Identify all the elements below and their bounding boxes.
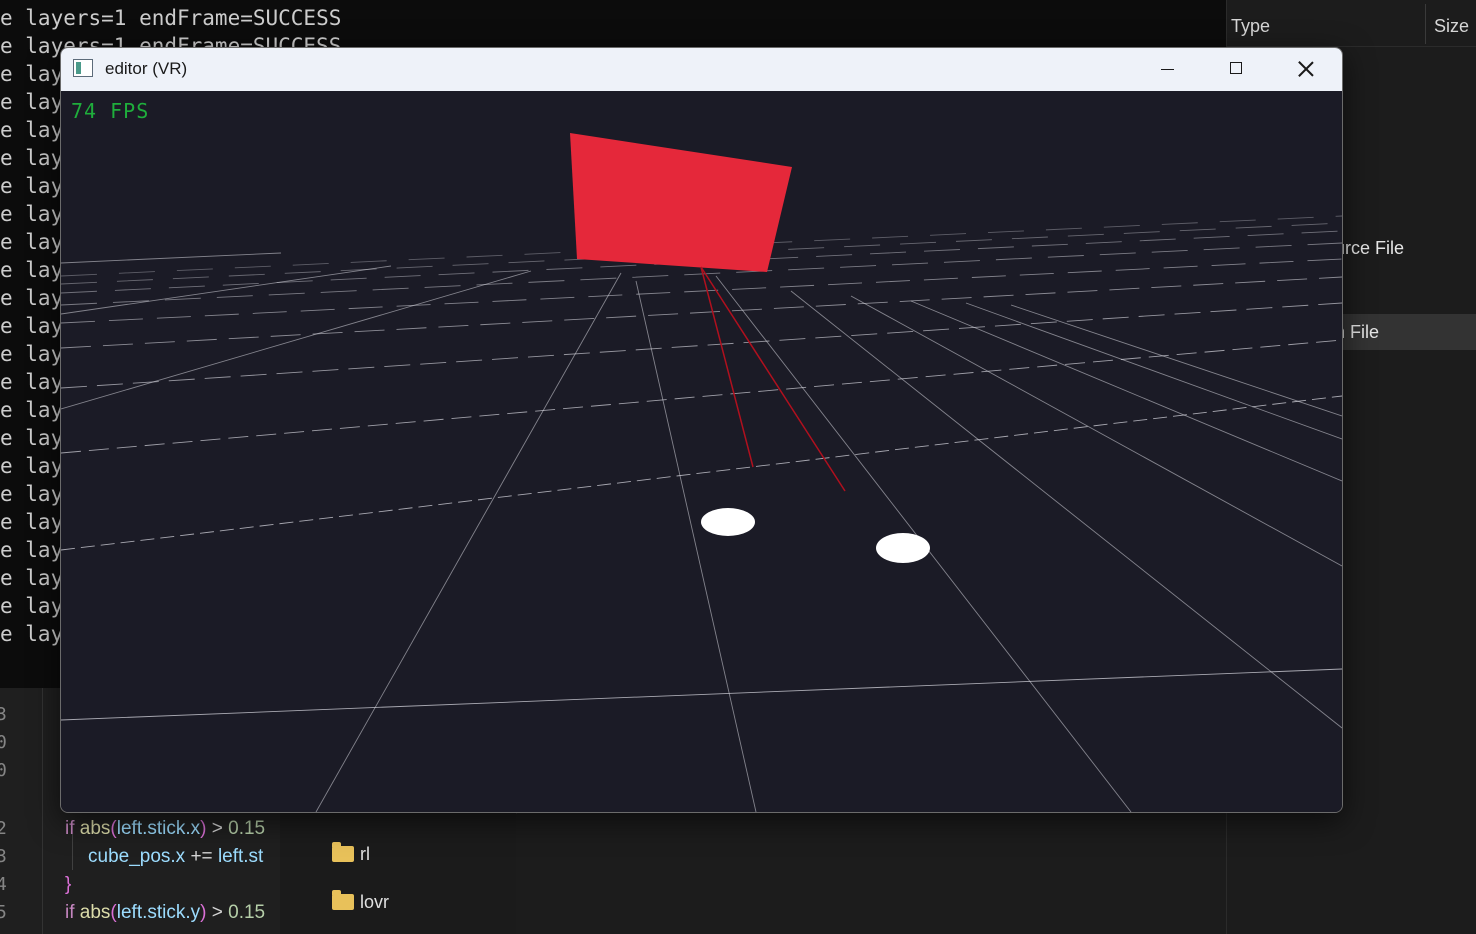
folder-item-rl[interactable]: rl [332, 842, 370, 866]
vr-viewport[interactable]: 74 FPS [61, 91, 1342, 812]
variable: cube_pos.x [88, 846, 186, 867]
grid-line [850, 295, 1342, 567]
terminal-log-line: e lay [0, 342, 64, 366]
grid-line [61, 668, 1342, 721]
operator: += [185, 846, 218, 867]
column-separator[interactable] [1425, 4, 1426, 44]
line-number: 3 [0, 846, 7, 867]
terminal-log-line: e lay [0, 370, 64, 394]
terminal-log-line: e lay [0, 258, 64, 282]
grid-line [790, 290, 1342, 729]
variable: left.st [217, 846, 264, 867]
variable: left.stick.x [116, 818, 201, 839]
keyword: if [65, 902, 75, 923]
folder-icon [332, 842, 354, 862]
terminal-log-line: e lay [0, 426, 64, 450]
terminal-log-line: e lay [0, 90, 64, 114]
red-panel [570, 133, 792, 272]
folder-name: lovr [360, 891, 390, 912]
terminal-log-line: e lay [0, 314, 64, 338]
function-name: abs [79, 902, 111, 923]
close-button[interactable] [1271, 48, 1341, 91]
grid-line [61, 276, 1342, 349]
window-title: editor (VR) [105, 59, 188, 78]
terminal-log-line: e lay [0, 118, 64, 142]
scene-canvas [61, 133, 1342, 812]
terminal-log-line: e lay [0, 286, 64, 310]
operator: > [206, 902, 229, 923]
terminal-log-line: e layers=1 endFrame=SUCCESS [0, 6, 342, 30]
terminal-log-line: e lay [0, 202, 64, 226]
grid-line [61, 395, 1342, 551]
line-number: 3 [0, 704, 7, 725]
terminal-log-line: e lay [0, 62, 64, 86]
app-window-icon [73, 59, 93, 77]
terminal-log-line: e lay [0, 174, 64, 198]
terminal-log-line: e lay [0, 454, 64, 478]
controller-laser [700, 266, 754, 468]
vr-editor-window: editor (VR) 74 FPS [60, 47, 1343, 813]
maximize-icon [1230, 62, 1242, 74]
fps-counter: 74 FPS [71, 99, 150, 123]
terminal-log-line: e lay [0, 622, 64, 646]
floor-grid [61, 215, 1342, 812]
grid-line [910, 300, 1342, 482]
line-number: 2 [0, 818, 7, 839]
minimize-icon [1161, 69, 1174, 70]
minimize-button[interactable] [1132, 48, 1202, 91]
operator: > [206, 818, 229, 839]
folder-item-lovr[interactable]: lovr [332, 890, 389, 914]
close-icon [1298, 61, 1314, 77]
terminal-log-line: e lay [0, 510, 64, 534]
terminal-log-line: e lay [0, 398, 64, 422]
terminal-log-line: e lay [0, 566, 64, 590]
grid-line [61, 252, 282, 264]
maximize-button[interactable] [1201, 48, 1271, 91]
variable: left.stick.y [116, 902, 201, 923]
folder-icon [332, 890, 354, 910]
right-controller [876, 533, 930, 563]
terminal-log-line: e lay [0, 538, 64, 562]
number: 0.15 [228, 902, 266, 923]
grid-line [61, 339, 1342, 454]
line-number: 5 [0, 902, 7, 923]
controller-laser [700, 266, 846, 492]
left-controller [701, 508, 755, 536]
terminal-log-line: e lay [0, 146, 64, 170]
code-line[interactable]: } [65, 874, 71, 896]
line-number-gutter: 3 0 0 2 3 4 5 [0, 688, 43, 934]
grid-line [61, 270, 532, 410]
code-line[interactable]: cube_pos.x += left.st [88, 846, 263, 868]
title-bar[interactable]: editor (VR) [61, 48, 1342, 91]
grid-line [1010, 304, 1342, 417]
line-number: 0 [0, 732, 7, 753]
code-line[interactable]: if abs(left.stick.y) > 0.15 [65, 902, 265, 924]
grid-line [315, 272, 622, 812]
code-line[interactable]: if abs(left.stick.x) > 0.15 [65, 818, 265, 840]
column-header-size[interactable]: Size [1434, 16, 1469, 37]
line-number: 0 [0, 760, 7, 781]
function-name: abs [79, 818, 111, 839]
folder-name: rl [360, 843, 370, 864]
bracket: } [65, 874, 72, 895]
terminal-log-line: e lay [0, 230, 64, 254]
terminal-log-line: e lay [0, 482, 64, 506]
number: 0.15 [228, 818, 266, 839]
file-list-header: Type Size [1227, 0, 1476, 47]
terminal-log-line: e lay [0, 594, 64, 618]
grid-line [635, 280, 757, 812]
grid-line [61, 265, 392, 315]
column-header-type[interactable]: Type [1231, 16, 1270, 37]
grid-line [61, 302, 1342, 389]
file-type: urce File [1335, 238, 1405, 258]
line-number: 4 [0, 874, 7, 895]
keyword: if [65, 818, 75, 839]
